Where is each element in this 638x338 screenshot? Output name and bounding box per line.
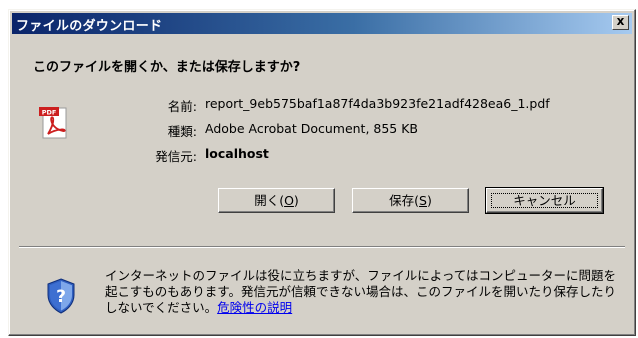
file-source-value: localhost bbox=[205, 146, 269, 161]
dialog-question: このファイルを開くか、または保存しますか? bbox=[33, 60, 301, 75]
save-button[interactable]: 保存(S) bbox=[352, 188, 469, 213]
risk-explanation-link[interactable]: 危険性の説明 bbox=[217, 300, 292, 315]
file-name-value: report_9eb575baf1a87f4da3b923fe21adf428e… bbox=[205, 96, 550, 111]
download-dialog: ファイルのダウンロード x このファイルを開くか、または保存しますか? PDF … bbox=[8, 9, 636, 336]
file-name-label: 名前: bbox=[167, 99, 197, 114]
security-shield-question-icon: ? bbox=[47, 278, 75, 314]
file-source-label: 発信元: bbox=[155, 149, 197, 164]
close-icon: x bbox=[616, 14, 625, 28]
title-bar[interactable]: ファイルのダウンロード x bbox=[12, 13, 632, 34]
file-type-label: 種類: bbox=[167, 124, 197, 139]
close-button[interactable]: x bbox=[612, 14, 629, 30]
file-type-value: Adobe Acrobat Document, 855 KB bbox=[205, 121, 419, 136]
security-warning: インターネットのファイルは役に立ちますが、ファイルによってはコンピューターに問題… bbox=[105, 268, 625, 316]
open-button[interactable]: 開く(O) bbox=[218, 188, 335, 213]
warning-text: インターネットのファイルは役に立ちますが、ファイルによってはコンピューターに問題… bbox=[105, 268, 617, 315]
pdf-file-icon: PDF bbox=[39, 107, 67, 139]
svg-text:?: ? bbox=[56, 287, 66, 307]
cancel-button[interactable]: キャンセル bbox=[485, 187, 604, 214]
divider bbox=[19, 246, 625, 248]
pdf-badge-text: PDF bbox=[42, 109, 57, 117]
window-title: ファイルのダウンロード bbox=[16, 19, 163, 34]
